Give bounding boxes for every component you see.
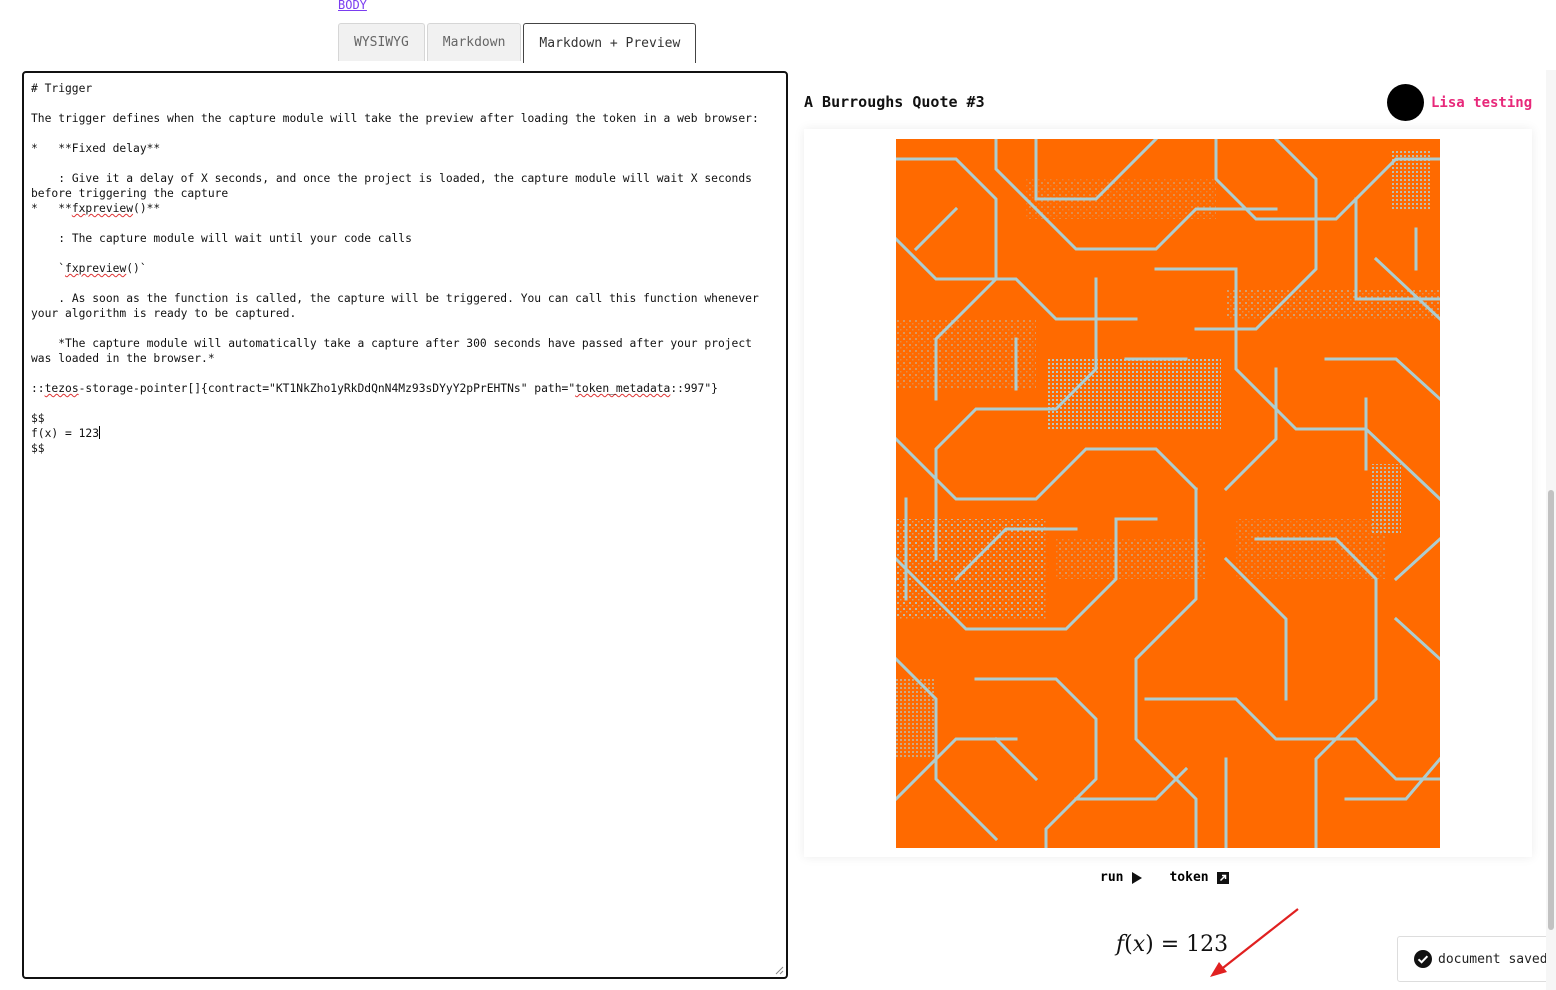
- spellcheck-word: token_metadata: [575, 382, 671, 395]
- markdown-editor[interactable]: # Trigger The trigger defines when the c…: [22, 71, 788, 979]
- editor-line: `: [31, 262, 66, 275]
- editor-line: ::997"}: [670, 382, 718, 395]
- markdown-editor-text[interactable]: # Trigger The trigger defines when the c…: [24, 73, 786, 464]
- editor-line: : Give it a delay of X seconds, and once…: [31, 172, 759, 200]
- annotation-arrow-icon: [1210, 908, 1299, 977]
- editor-line: * **: [31, 202, 72, 215]
- editor-mode-tabs: WYSIWYG Markdown Markdown + Preview: [338, 23, 697, 63]
- preview-title: A Burroughs Quote #3: [804, 93, 985, 111]
- token-link[interactable]: token: [1169, 870, 1229, 885]
- editor-line: -storage-pointer[]{contract="KT1NkZho1yR…: [78, 382, 576, 395]
- editor-line: The trigger defines when the capture mod…: [31, 112, 759, 125]
- editor-line: ::: [31, 382, 45, 395]
- editor-line: : The capture module will wait until you…: [31, 232, 412, 245]
- editor-line: *The capture module will automatically t…: [31, 337, 759, 365]
- page-scrollbar[interactable]: [1546, 70, 1556, 990]
- run-label: run: [1100, 870, 1124, 885]
- spellcheck-word: fxpreview: [71, 202, 134, 215]
- check-circle-icon: [1414, 950, 1432, 968]
- generative-artwork: [896, 139, 1440, 848]
- text-caret: [99, 426, 101, 439]
- preview-actions: run token: [1100, 870, 1229, 885]
- author-name[interactable]: Lisa testing: [1431, 95, 1532, 111]
- math-func: f: [1116, 932, 1125, 957]
- author-badge[interactable]: Lisa testing: [1387, 84, 1532, 121]
- run-button[interactable]: run: [1100, 870, 1143, 885]
- editor-line: . As soon as the function is called, the…: [31, 292, 766, 320]
- editor-line: $$: [31, 412, 45, 425]
- external-link-icon: [1216, 871, 1229, 884]
- body-section-link[interactable]: BODY: [338, 0, 367, 12]
- tab-wysiwyg[interactable]: WYSIWYG: [338, 23, 425, 61]
- avatar: [1387, 84, 1424, 121]
- tab-markdown-preview[interactable]: Markdown + Preview: [523, 23, 697, 63]
- token-label: token: [1169, 870, 1209, 885]
- resize-handle-icon[interactable]: [774, 965, 784, 975]
- math-var: x: [1132, 932, 1146, 957]
- editor-line: # Trigger: [31, 82, 93, 95]
- editor-line: ()**: [133, 202, 161, 215]
- spellcheck-word: tezos: [44, 382, 79, 395]
- scrollbar-thumb[interactable]: [1548, 490, 1554, 930]
- editor-line: ()`: [126, 262, 147, 275]
- editor-line: $$: [31, 442, 45, 455]
- editor-line: * **Fixed delay**: [31, 142, 161, 155]
- tab-markdown[interactable]: Markdown: [426, 23, 522, 61]
- play-icon: [1132, 871, 1143, 884]
- editor-line: f(x) = 123: [31, 427, 100, 440]
- toast-message: document saved: [1438, 951, 1548, 967]
- artwork-card: [804, 129, 1532, 857]
- save-toast: document saved: [1397, 936, 1556, 982]
- spellcheck-word: fxpreview: [65, 262, 127, 275]
